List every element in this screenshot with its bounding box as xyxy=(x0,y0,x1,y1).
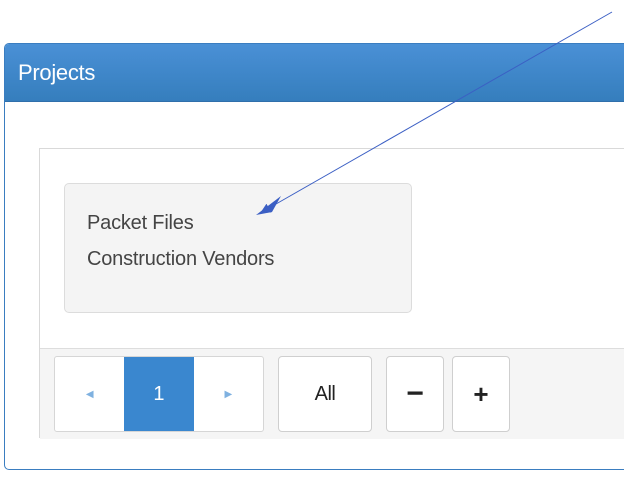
panel-title: Projects xyxy=(18,60,96,85)
show-all-button[interactable]: All xyxy=(278,356,372,432)
next-page-button[interactable]: ▶ xyxy=(194,357,263,431)
pagination: ◀ 1 ▶ xyxy=(54,356,264,432)
project-item-packet-files[interactable]: Packet Files xyxy=(87,205,411,241)
panel-footer-toolbar: ◀ 1 ▶ All − + xyxy=(40,348,624,439)
project-card[interactable]: Packet Files Construction Vendors xyxy=(64,183,412,313)
triangle-left-icon: ◀ xyxy=(85,388,94,400)
projects-well: Packet Files Construction Vendors ◀ 1 ▶ … xyxy=(39,148,624,439)
expand-button[interactable]: + xyxy=(452,356,510,432)
screenshot-canvas: Projects Packet Files Construction Vendo… xyxy=(0,0,624,485)
projects-panel: Projects Packet Files Construction Vendo… xyxy=(4,43,624,470)
project-item-construction-vendors[interactable]: Construction Vendors xyxy=(87,241,411,277)
collapse-button[interactable]: − xyxy=(386,356,444,432)
prev-page-button[interactable]: ◀ xyxy=(55,357,124,431)
page-1-button[interactable]: 1 xyxy=(124,357,194,431)
triangle-right-icon: ▶ xyxy=(224,388,233,400)
panel-header: Projects xyxy=(5,44,624,102)
